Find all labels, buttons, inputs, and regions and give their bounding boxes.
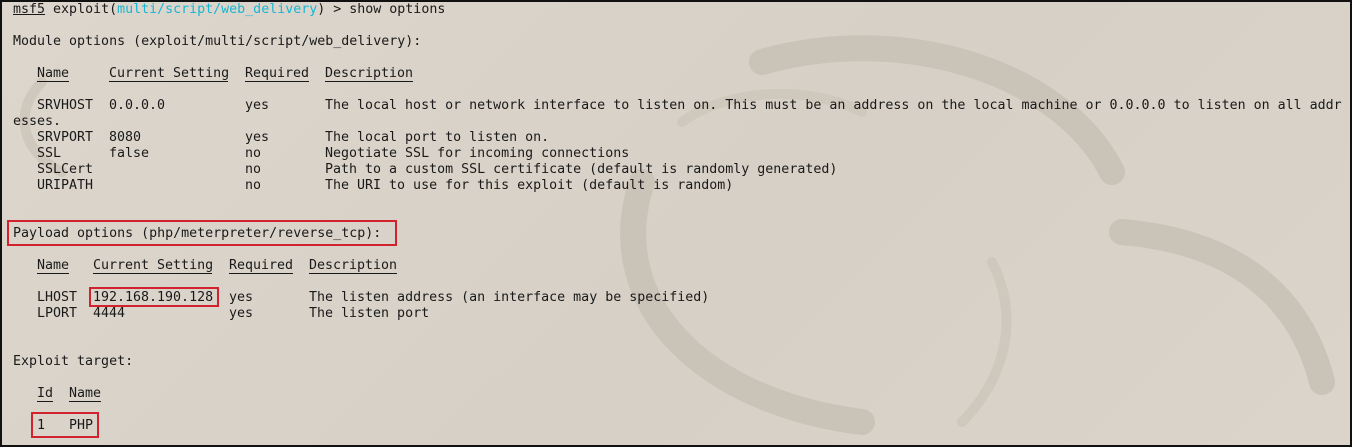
payload-options-header: Name Current Setting Required Descriptio… <box>2 258 1350 274</box>
table-row: LPORT 4444 yes The listen port <box>2 306 1350 322</box>
header-description: Description <box>325 66 414 81</box>
header-name: Name <box>69 386 102 401</box>
option-name: SRVPORT <box>37 130 94 145</box>
typed-command: show options <box>349 2 446 17</box>
wrapped-text: esses. <box>13 114 62 129</box>
option-description: Path to a custom SSL certificate (defaul… <box>325 162 838 177</box>
option-required: yes <box>245 130 270 145</box>
option-name: URIPATH <box>37 178 94 193</box>
header-underline <box>37 273 69 274</box>
exploit-target-title: Exploit target: <box>13 354 134 369</box>
header-required: Required <box>229 258 294 273</box>
header-underline <box>37 401 53 402</box>
option-name: SSL <box>37 146 62 161</box>
table-row: SSLCert no Path to a custom SSL certific… <box>2 162 1350 178</box>
header-id: Id <box>37 386 54 401</box>
header-underline <box>245 81 309 82</box>
header-description: Description <box>309 258 398 273</box>
option-description: The local host or network interface to l… <box>325 98 1342 113</box>
option-description: The URI to use for this exploit (default… <box>325 178 734 193</box>
header-underline <box>69 401 101 402</box>
option-required: yes <box>229 306 254 321</box>
prompt-line: msf5 exploit(multi/script/web_delivery) … <box>13 2 445 18</box>
msf-prefix: msf5 <box>13 2 46 17</box>
header-required: Required <box>245 66 310 81</box>
header-underline <box>109 81 228 82</box>
option-required: no <box>245 162 262 177</box>
option-required: no <box>245 146 262 161</box>
option-name: LHOST <box>37 290 78 305</box>
lhost-highlight-box <box>89 287 219 307</box>
option-setting: 0.0.0.0 <box>109 98 166 113</box>
header-name: Name <box>37 258 70 273</box>
header-underline <box>229 273 293 274</box>
header-name: Name <box>37 66 70 81</box>
header-current-setting: Current Setting <box>109 66 230 81</box>
option-required: yes <box>229 290 254 305</box>
option-name: SRVHOST <box>37 98 94 113</box>
option-description: The local port to listen on. <box>325 130 550 145</box>
table-row: SRVHOST 0.0.0.0 yes The local host or ne… <box>2 98 1350 114</box>
table-row: URIPATH no The URI to use for this explo… <box>2 178 1350 194</box>
payload-title-highlight-box <box>7 220 397 246</box>
header-underline <box>309 273 397 274</box>
option-description: The listen address (an interface may be … <box>309 290 710 305</box>
table-row: SSL false no Negotiate SSL for incoming … <box>2 146 1350 162</box>
header-underline <box>93 273 212 274</box>
option-required: no <box>245 178 262 193</box>
terminal-window[interactable]: msf5 exploit(multi/script/web_delivery) … <box>0 0 1352 447</box>
target-highlight-box <box>31 412 99 438</box>
option-required: yes <box>245 98 270 113</box>
prompt-suffix: ) > <box>317 2 350 17</box>
header-current-setting: Current Setting <box>93 258 214 273</box>
option-setting: 8080 <box>109 130 142 145</box>
active-module: multi/script/web_delivery <box>117 2 318 17</box>
module-options-header: Name Current Setting Required Descriptio… <box>2 66 1350 82</box>
exploit-word: exploit( <box>53 2 118 17</box>
table-row: 1 PHP <box>2 418 1350 434</box>
exploit-target-header: Id Name <box>2 386 1350 402</box>
option-setting: 4444 <box>93 306 126 321</box>
option-description: The listen port <box>309 306 430 321</box>
header-underline <box>325 81 413 82</box>
option-name: SSLCert <box>37 162 94 177</box>
option-name: LPORT <box>37 306 78 321</box>
table-row: SRVPORT 8080 yes The local port to liste… <box>2 130 1350 146</box>
option-description: Negotiate SSL for incoming connections <box>325 146 630 161</box>
module-options-title: Module options (exploit/multi/script/web… <box>13 34 422 49</box>
option-setting: false <box>109 146 150 161</box>
header-underline <box>37 81 69 82</box>
